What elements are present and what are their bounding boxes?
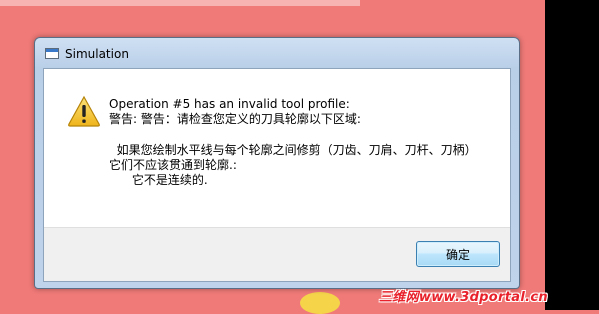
dialog-content: Operation #5 has an invalid tool profile… — [43, 68, 511, 282]
ok-button[interactable]: 确定 — [416, 241, 500, 267]
watermark: 三维网www.3dportal.cn — [379, 290, 548, 305]
simulation-dialog: Simulation Operation #5 has an invalid t… — [34, 37, 520, 289]
background-dark-area — [545, 0, 599, 310]
message-text: Operation #5 has an invalid tool profile… — [109, 97, 477, 188]
title-bar[interactable]: Simulation — [35, 38, 519, 68]
warning-icon — [68, 95, 100, 127]
background-top-strip — [0, 0, 360, 6]
background-yellow-shape — [300, 292, 340, 314]
message-line-4: 它们不应该贯通到轮廓.: — [109, 158, 237, 172]
background-panel — [521, 0, 548, 310]
message-line-5: 它不是连续的. — [109, 173, 208, 187]
message-line-3: 如果您绘制水平线与每个轮廓之间修剪（刀齿、刀肩、刀杆、刀柄） — [109, 143, 477, 157]
dialog-title: Simulation — [65, 47, 129, 61]
message-line-2: 警告: 警告：请检查您定义的刀具轮廓以下区域: — [109, 112, 361, 126]
message-line-1: Operation #5 has an invalid tool profile… — [109, 97, 350, 111]
window-icon — [45, 48, 59, 59]
message-spacer — [109, 127, 477, 143]
button-area: 确定 — [44, 227, 510, 281]
